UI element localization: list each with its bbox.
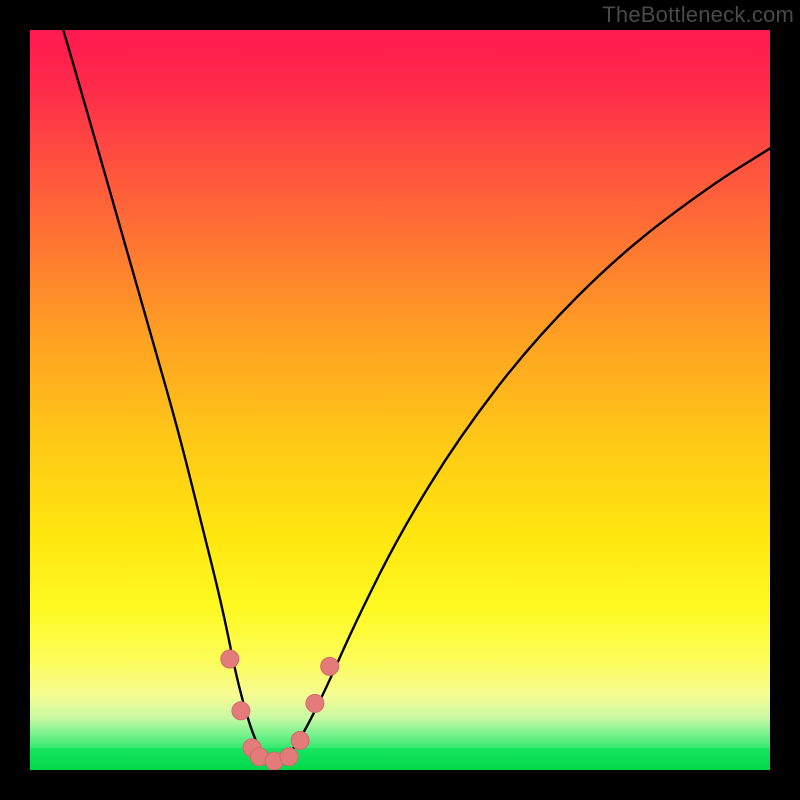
chart-canvas: TheBottleneck.com — [0, 0, 800, 800]
watermark-text: TheBottleneck.com — [602, 2, 794, 28]
plot-area — [30, 30, 770, 770]
curve-marker — [280, 748, 298, 766]
curve-marker — [232, 702, 250, 720]
curve-marker — [221, 650, 239, 668]
curve-marker — [321, 657, 339, 675]
curve-marker — [291, 731, 309, 749]
curve-markers — [221, 650, 339, 770]
curve-marker — [306, 694, 324, 712]
curve-svg — [30, 30, 770, 770]
bottleneck-curve — [63, 30, 770, 760]
